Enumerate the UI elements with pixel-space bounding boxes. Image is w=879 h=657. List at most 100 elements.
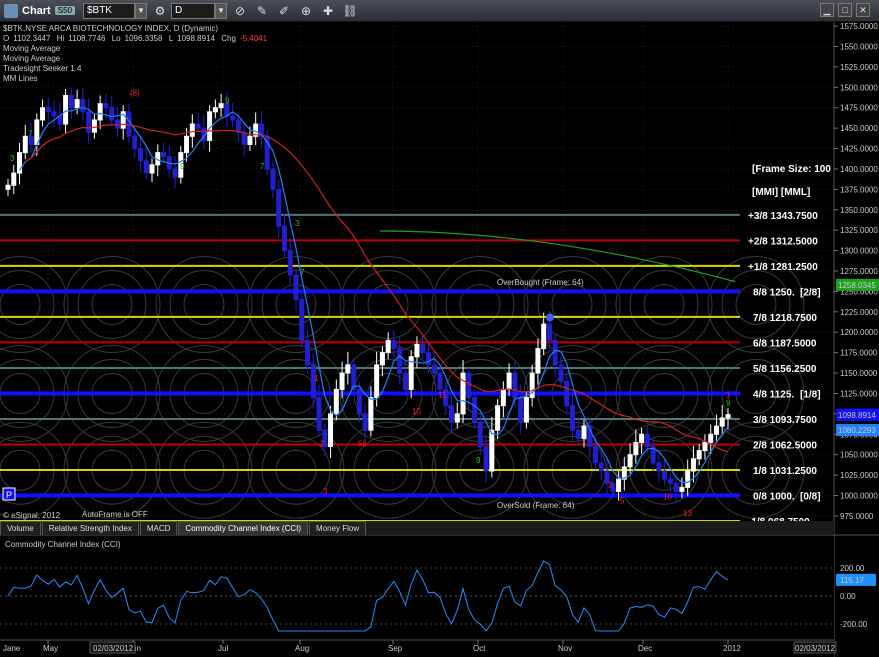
minimize-icon[interactable]: ▁ bbox=[820, 3, 834, 17]
last-price-tag: 1098.8914 bbox=[838, 411, 876, 420]
svg-text:1: 1 bbox=[314, 374, 319, 383]
mm-line-label: 1/8 1031.2500 bbox=[753, 466, 817, 477]
svg-text:7: 7 bbox=[300, 268, 305, 277]
autoframe-status: AutoFrame is OFF bbox=[82, 510, 148, 519]
window-titlebar: Chart S50 $BTK ▼ ⚙ D ▼ ⊘ ✎ ✐ ⊕ ✚ ⛓ ▁ □ ✕ bbox=[0, 0, 879, 22]
cci-title: Commodity Channel Index (CCI) bbox=[5, 540, 121, 549]
draw-pencil-icon[interactable]: ✐ bbox=[275, 3, 293, 19]
mm-line-label: 0/8 1000. bbox=[753, 492, 795, 503]
price-tick: 1000.0000 bbox=[840, 492, 878, 501]
month-label: Sep bbox=[388, 644, 403, 653]
price-tick: 1050.0000 bbox=[840, 451, 878, 460]
tab-money-flow[interactable]: Money Flow bbox=[309, 521, 367, 535]
tab-macd[interactable]: MACD bbox=[139, 521, 178, 535]
overbought-label: OverBought (Frame: 64) bbox=[497, 278, 584, 287]
cursor-tool-icon[interactable]: ⊘ bbox=[231, 3, 249, 19]
svg-text:7: 7 bbox=[28, 129, 33, 138]
price-tick: 1350.0000 bbox=[840, 206, 878, 215]
chart-header: $BTK,NYSE ARCA BIOTECHNOLOGY INDEX, D (D… bbox=[3, 24, 271, 84]
mm-line-label: +3/8 1343.7500 bbox=[748, 211, 818, 222]
ma-price-tag: 1080.2293 bbox=[838, 426, 876, 435]
candle bbox=[299, 291, 305, 347]
frame-size-label: [Frame Size: 100 bbox=[752, 164, 831, 175]
change-value: -5.4041 bbox=[239, 34, 268, 43]
maximize-icon[interactable]: □ bbox=[838, 3, 852, 17]
svg-text:5: 5 bbox=[620, 497, 625, 506]
link-tool-icon[interactable]: ⛓ bbox=[341, 3, 359, 19]
price-tick: 1300.0000 bbox=[840, 247, 878, 256]
study-2[interactable]: Moving Average bbox=[3, 54, 271, 64]
price-tick: 1200.0000 bbox=[840, 328, 878, 337]
cursor-date-left: 02/03/2012 bbox=[93, 644, 134, 653]
high-value: 1108.7746 bbox=[68, 34, 106, 43]
low-value: 1096.3358 bbox=[124, 34, 163, 43]
mm-line-tag: [1/8] bbox=[800, 389, 821, 400]
price-tick: 1575.0000 bbox=[840, 22, 878, 31]
window-title: Chart bbox=[22, 4, 51, 17]
svg-text:9: 9 bbox=[476, 456, 481, 465]
cci-tick: 200.00 bbox=[840, 564, 865, 573]
chart-app-icon bbox=[4, 3, 18, 18]
tab-volume[interactable]: Volume bbox=[0, 521, 41, 535]
svg-text:3: 3 bbox=[10, 154, 15, 163]
price-tick: 1400.0000 bbox=[840, 165, 878, 174]
svg-text:3: 3 bbox=[295, 219, 300, 228]
svg-text:11: 11 bbox=[438, 391, 447, 400]
svg-text:9: 9 bbox=[726, 399, 731, 408]
symbol-dropdown-icon[interactable]: ▼ bbox=[134, 2, 147, 19]
price-axis[interactable] bbox=[835, 22, 879, 657]
month-label: Jul bbox=[218, 644, 228, 653]
month-label: Aug bbox=[295, 644, 309, 653]
ohlc-readout: O 1102.3447 Hi 1108.7746 Lo 1096.3358 L 1098… bbox=[3, 34, 268, 43]
study-tabs: Volume Relative Strength Index MACD Comm… bbox=[0, 521, 834, 535]
price-tick: 1425.0000 bbox=[840, 145, 878, 154]
mm-line-label: 4/8 1125. bbox=[753, 389, 794, 400]
price-tick: 975.0000 bbox=[840, 512, 874, 521]
time-axis-start: Jane bbox=[3, 644, 21, 653]
mm-line-tag: [2/8] bbox=[800, 287, 821, 298]
settings-gear-icon[interactable]: ⚙ bbox=[151, 3, 169, 19]
link-badge[interactable]: S50 bbox=[54, 6, 75, 15]
cci-tick: -200.00 bbox=[840, 620, 868, 629]
tab-rsi[interactable]: Relative Strength Index bbox=[41, 521, 139, 535]
mm-line-label: 3/8 1093.7500 bbox=[753, 415, 817, 426]
svg-text:(8): (8) bbox=[130, 88, 140, 97]
open-value: 1102.3447 bbox=[13, 34, 51, 43]
mm-line-label: 7/8 1218.7500 bbox=[753, 313, 817, 324]
mm-line-label: +2/8 1312.5000 bbox=[748, 236, 818, 247]
svg-text:9: 9 bbox=[225, 97, 230, 106]
mm-line-label: 6/8 1187.5000 bbox=[753, 338, 817, 349]
price-chart[interactable]: +3/8 1343.7500 +2/8 1312.5000 +1/8 1281.25… bbox=[0, 22, 879, 657]
interval-dropdown-icon[interactable]: ▼ bbox=[214, 2, 227, 19]
tab-cci[interactable]: Commodity Channel Index (CCI) bbox=[178, 521, 309, 535]
price-tick: 1450.0000 bbox=[840, 124, 878, 133]
svg-text:10: 10 bbox=[663, 493, 672, 502]
price-tick: 1525.0000 bbox=[840, 63, 878, 72]
price-tick: 1125.0000 bbox=[840, 389, 878, 398]
svg-text:7: 7 bbox=[260, 162, 265, 171]
draw-line-tool-icon[interactable]: ✎ bbox=[253, 3, 271, 19]
price-tick: 1150.0000 bbox=[840, 369, 878, 378]
chart-description: $BTK,NYSE ARCA BIOTECHNOLOGY INDEX, D (D… bbox=[3, 24, 219, 33]
cci-tick: 0.00 bbox=[840, 592, 856, 601]
svg-text:13: 13 bbox=[683, 509, 692, 518]
month-label: Dec bbox=[638, 644, 652, 653]
price-tick: 1225.0000 bbox=[840, 308, 878, 317]
interval-input[interactable]: D bbox=[170, 2, 215, 19]
pin-icon[interactable]: ✚ bbox=[319, 3, 337, 19]
price-tick: 1025.0000 bbox=[840, 471, 878, 480]
symbol-input[interactable]: $BTK bbox=[82, 2, 135, 19]
price-tick: 1325.0000 bbox=[840, 226, 878, 235]
last-value: 1098.8914 bbox=[177, 34, 215, 43]
svg-text:56: 56 bbox=[358, 440, 367, 449]
svg-text:3: 3 bbox=[323, 487, 328, 496]
mm-line-label: 2/8 1062.5000 bbox=[753, 440, 817, 451]
study-1[interactable]: Moving Average bbox=[3, 44, 271, 54]
zoom-icon[interactable]: ⊕ bbox=[297, 3, 315, 19]
mm-line-tag: [0/8] bbox=[800, 492, 821, 503]
svg-text:2: 2 bbox=[320, 440, 325, 449]
study-4[interactable]: MM Lines bbox=[3, 74, 271, 84]
close-icon[interactable]: ✕ bbox=[856, 3, 870, 17]
svg-text:10: 10 bbox=[412, 407, 421, 416]
study-3[interactable]: Tradesight Seeker 1.4 bbox=[3, 64, 271, 74]
